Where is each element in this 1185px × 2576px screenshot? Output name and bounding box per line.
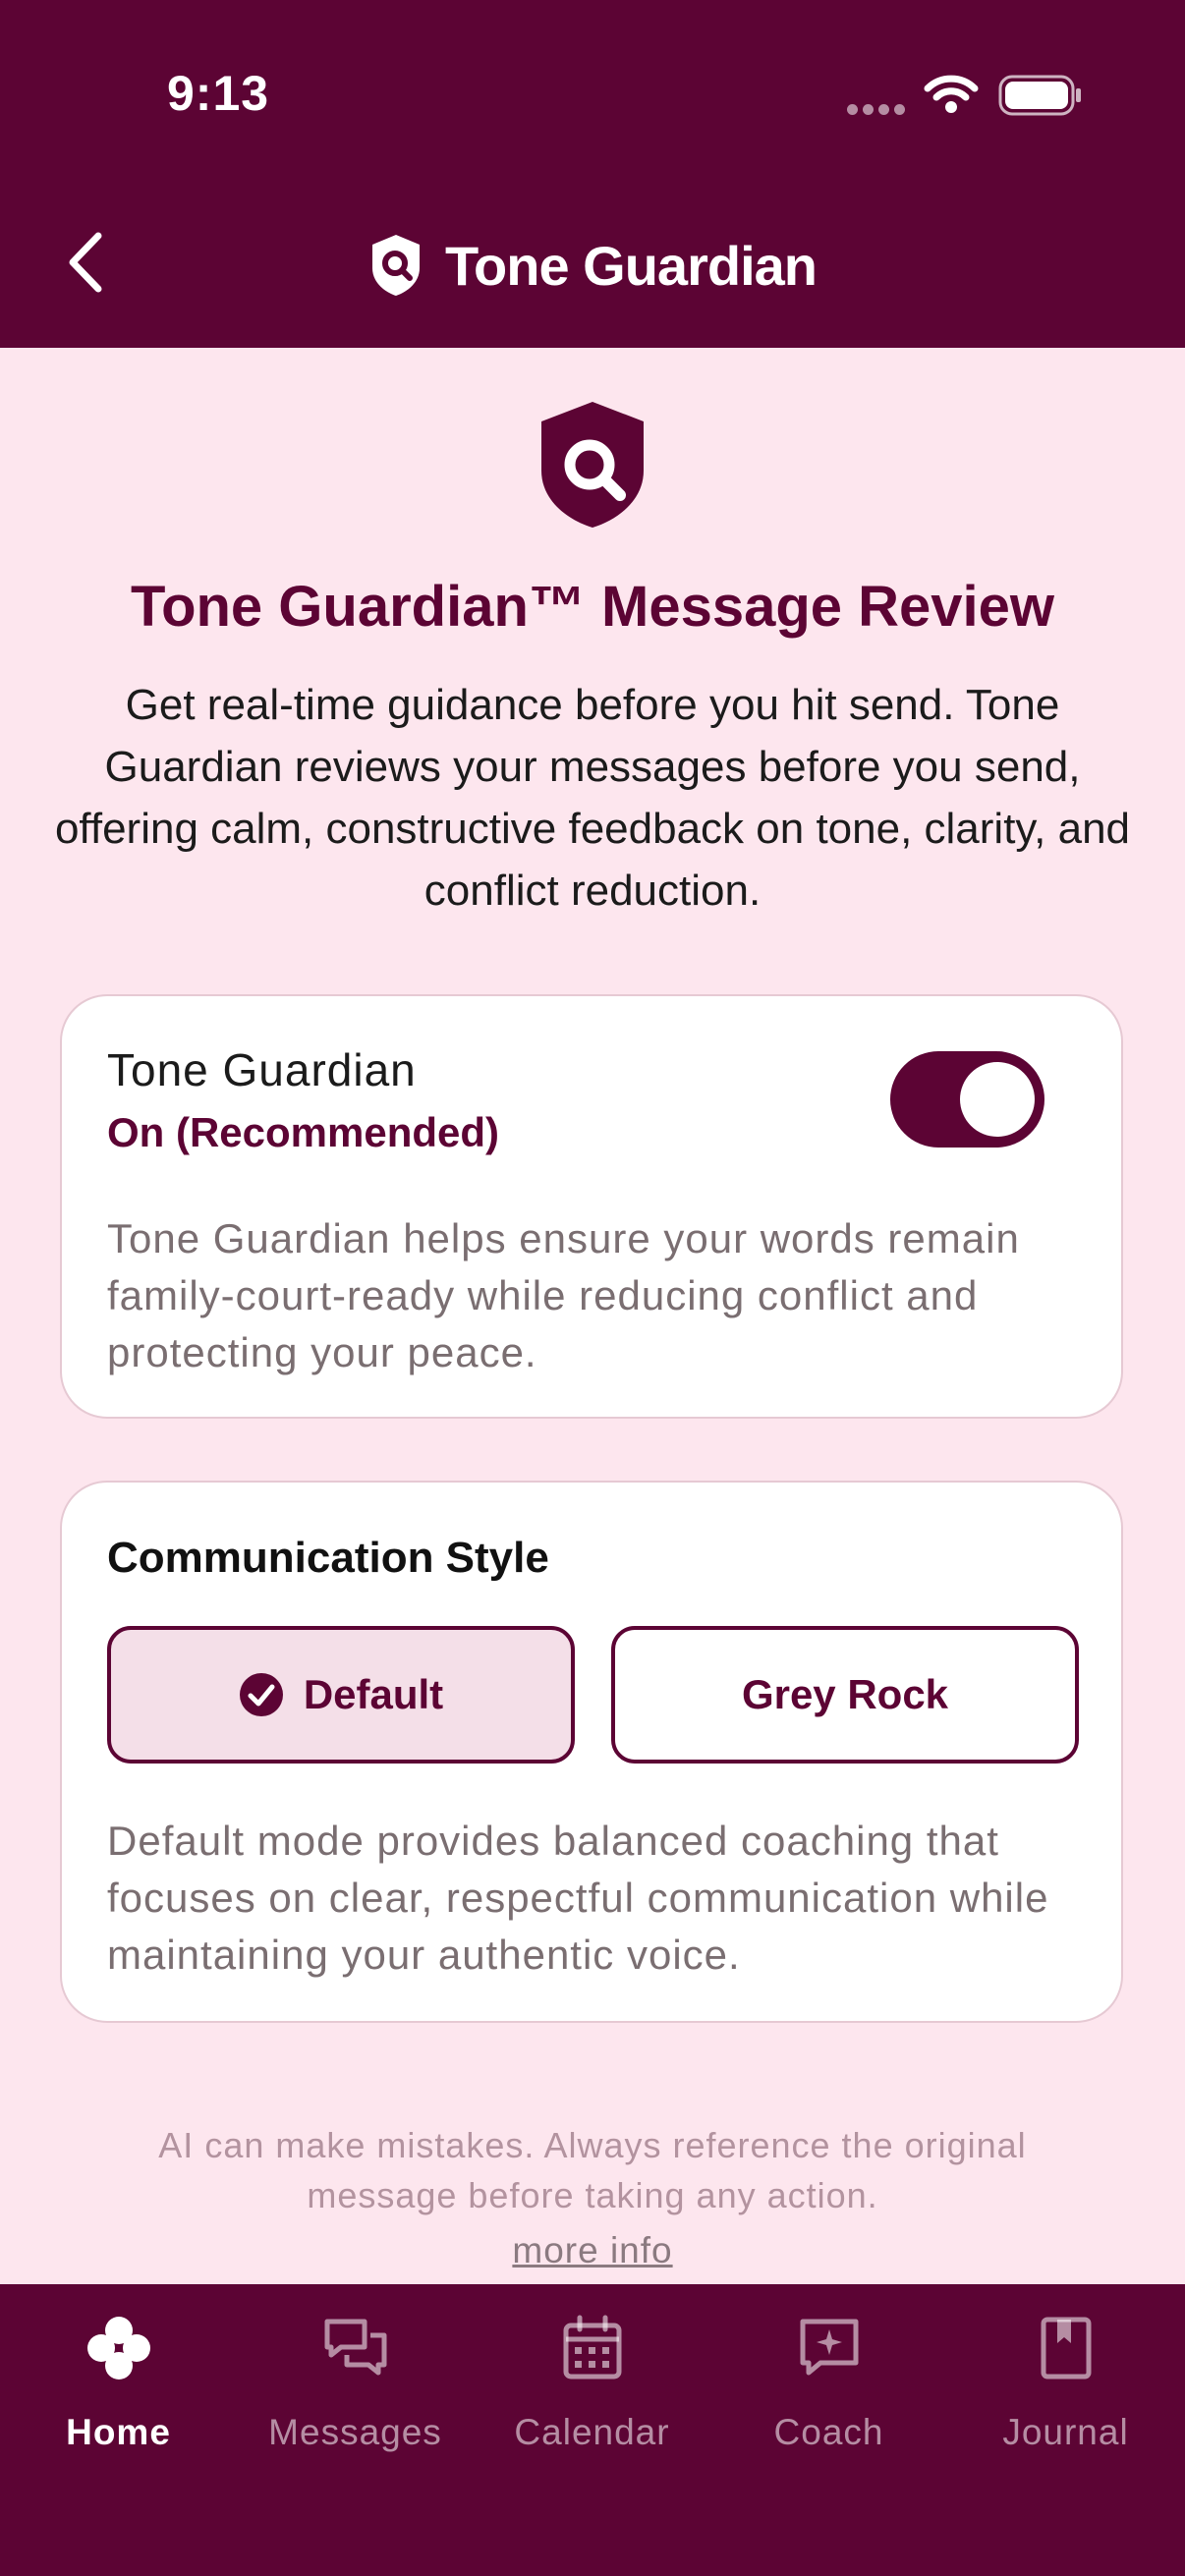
- header: Tone Guardian: [0, 226, 1185, 305]
- tone-guardian-toggle[interactable]: [890, 1051, 1044, 1148]
- journal-bookmark-icon: [1041, 2317, 1091, 2380]
- nav-item-messages[interactable]: Messages: [237, 2284, 474, 2481]
- grey-rock-style-label: Grey Rock: [741, 1671, 949, 1717]
- ai-disclaimer: AI can make mistakes. Always reference t…: [158, 2125, 1027, 2215]
- wifi-icon: [924, 75, 979, 113]
- more-info-row: more info: [0, 2230, 1185, 2271]
- nav-item-calendar[interactable]: Calendar: [474, 2284, 710, 2481]
- nav-label-messages: Messages: [268, 2412, 442, 2452]
- chat-bubbles-icon: [324, 2319, 386, 2376]
- page-title: Tone Guardian™ Message Review: [130, 575, 1055, 639]
- check-circle-icon: [239, 1672, 284, 1717]
- top-app-bar: 9:13 Tone Guardian: [0, 0, 1185, 348]
- header-title: Tone Guardian: [445, 234, 818, 297]
- communication-style-card: Communication Style Default Grey Rock De…: [60, 1481, 1123, 2023]
- default-style-button[interactable]: Default: [107, 1626, 575, 1764]
- shield-search-icon: [372, 235, 420, 296]
- tone-guardian-status: On (Recommended): [107, 1109, 500, 1155]
- nav-item-home[interactable]: Home: [0, 2284, 237, 2481]
- status-time: 9:13: [167, 66, 270, 121]
- clover-icon: [86, 2317, 150, 2380]
- nav-label-coach: Coach: [773, 2412, 884, 2452]
- communication-style-title: Communication Style: [107, 1534, 549, 1582]
- shield-search-icon: [541, 402, 644, 528]
- bottom-navigation: Home Messages Calendar Coach Journal: [0, 2284, 1185, 2576]
- communication-style-description: Default mode provides balanced coaching …: [107, 1818, 1049, 1978]
- nav-label-home: Home: [66, 2412, 171, 2452]
- nav-item-coach[interactable]: Coach: [710, 2284, 947, 2481]
- tone-guardian-card: Tone Guardian On (Recommended) Tone Guar…: [60, 994, 1123, 1419]
- page-description: Get real-time guidance before you hit se…: [54, 681, 1131, 915]
- battery-icon: [998, 75, 1081, 116]
- toggle-knob: [960, 1062, 1035, 1137]
- tone-guardian-description: Tone Guardian helps ensure your words re…: [107, 1215, 1020, 1375]
- nav-label-journal: Journal: [1002, 2412, 1129, 2452]
- nav-label-calendar: Calendar: [514, 2412, 670, 2452]
- tone-guardian-label: Tone Guardian: [107, 1044, 417, 1095]
- cellular-signal-icon: [847, 102, 910, 120]
- more-info-link[interactable]: more info: [512, 2230, 672, 2270]
- calendar-icon: [563, 2315, 621, 2380]
- default-style-label: Default: [303, 1671, 444, 1717]
- nav-item-journal[interactable]: Journal: [947, 2284, 1184, 2481]
- grey-rock-style-button[interactable]: Grey Rock: [611, 1626, 1079, 1764]
- sparkle-chat-icon: [800, 2319, 858, 2376]
